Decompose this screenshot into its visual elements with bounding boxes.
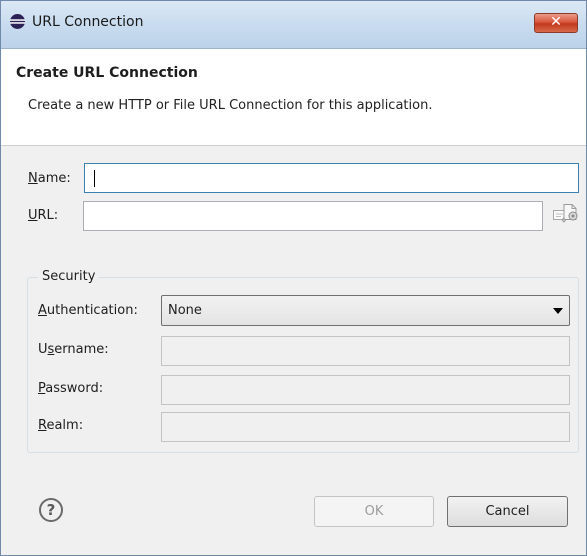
banner-title: Create URL Connection — [16, 65, 198, 81]
browse-file-icon[interactable] — [561, 202, 581, 222]
window-title: URL Connection — [32, 14, 144, 30]
username-input[interactable] — [161, 336, 570, 366]
url-input[interactable] — [83, 201, 543, 231]
password-label: Password: — [38, 381, 104, 396]
dialog-banner: Create URL Connection Create a new HTTP … — [1, 49, 586, 146]
banner-description: Create a new HTTP or File URL Connection… — [28, 98, 433, 113]
name-input[interactable] — [84, 163, 579, 193]
authentication-select[interactable]: None — [161, 295, 570, 326]
close-button[interactable]: ✕ — [534, 13, 578, 33]
help-icon[interactable]: ? — [39, 498, 63, 522]
cancel-button[interactable]: Cancel — [447, 496, 568, 527]
close-icon: ✕ — [550, 14, 562, 30]
name-label: Name: — [28, 171, 71, 186]
security-group-label: Security — [38, 269, 100, 284]
title-bar[interactable]: URL Connection ✕ — [1, 1, 586, 49]
realm-label: Realm: — [38, 418, 84, 433]
authentication-selected-value: None — [168, 303, 202, 318]
chevron-down-icon — [553, 308, 563, 314]
realm-input[interactable] — [161, 412, 570, 442]
url-connection-dialog: URL Connection ✕ Create URL Connection C… — [0, 0, 587, 556]
authentication-label: Authentication: — [38, 303, 138, 318]
url-label: URL: — [28, 208, 59, 223]
text-caret — [94, 170, 95, 187]
password-input[interactable] — [161, 375, 570, 405]
ok-button[interactable]: OK — [314, 496, 434, 527]
eclipse-icon — [10, 14, 25, 29]
username-label: Username: — [38, 342, 109, 357]
